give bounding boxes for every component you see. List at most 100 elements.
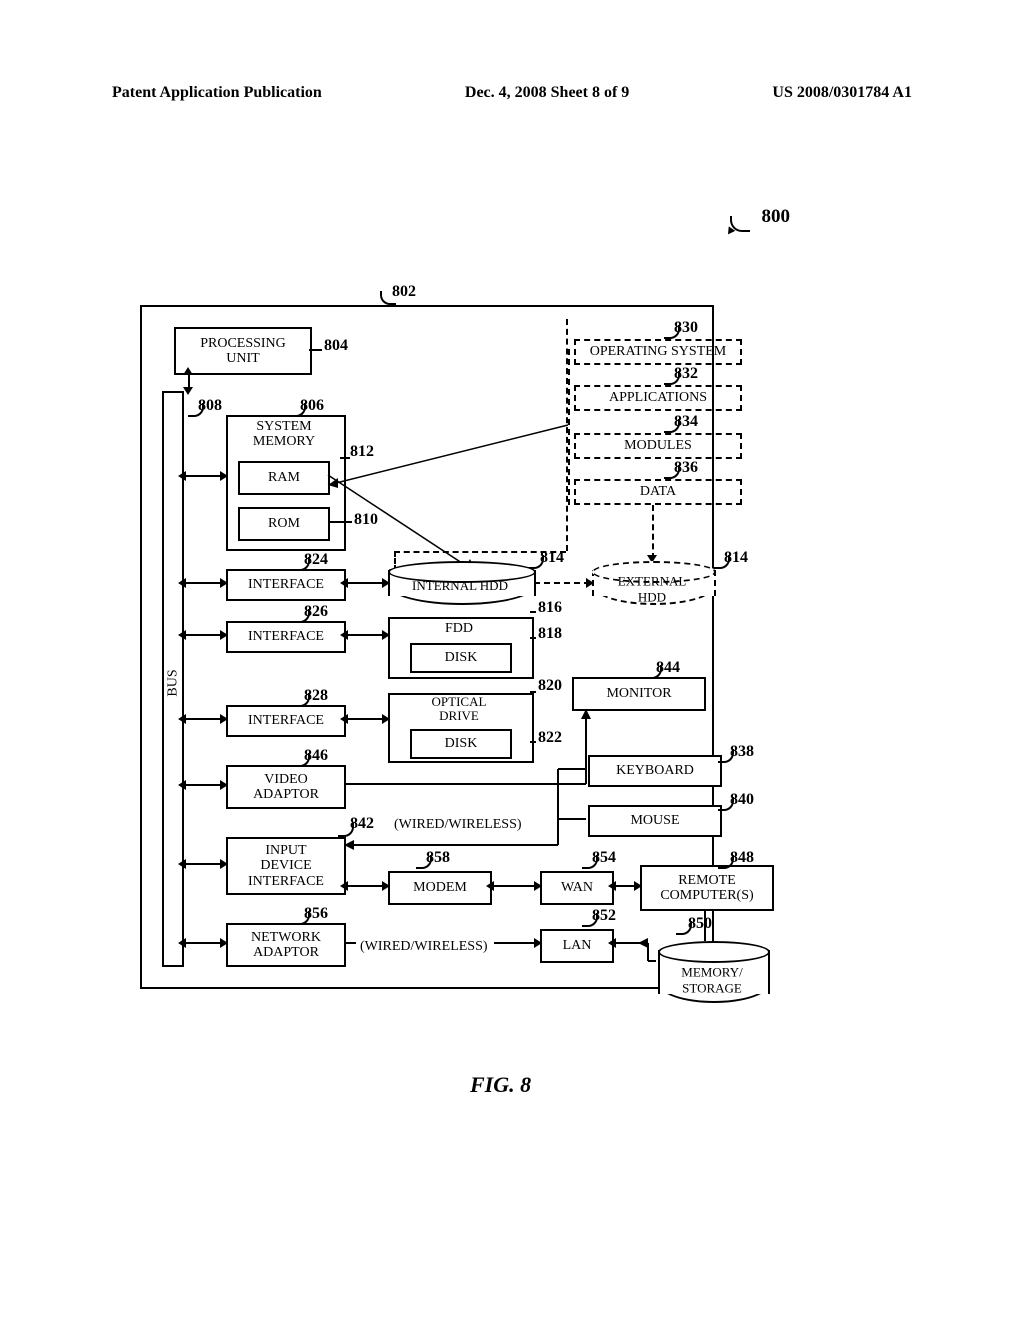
keyboard-box: KEYBOARD [588, 755, 722, 787]
a-if3-opt-l [340, 714, 348, 724]
conn-bus-if1 [182, 582, 224, 584]
conn-na-lan-1 [344, 942, 356, 944]
leader-822 [530, 741, 536, 743]
wired-wireless-2: (WIRED/WIRELESS) [360, 939, 488, 955]
system-memory-label: SYSTEM MEMORY [226, 419, 342, 450]
dashed-int-ext [534, 582, 590, 584]
ref-820: 820 [538, 677, 562, 695]
interface-826-box: INTERFACE [226, 621, 346, 653]
wired-wireless-1: (WIRED/WIRELESS) [394, 817, 522, 833]
header-left: Patent Application Publication [112, 84, 322, 102]
conn-if3-opt [344, 718, 386, 720]
a-bus-if3-r [220, 714, 228, 724]
modem-box: MODEM [388, 871, 492, 905]
conn-bus-na [182, 942, 224, 944]
a-idi-modem-l [340, 881, 348, 891]
external-hdd-label: EXTERNAL HDD [592, 573, 712, 605]
wan-box: WAN [540, 871, 614, 905]
conn-if2-fdd [344, 634, 386, 636]
ref-812: 812 [350, 443, 374, 461]
diagram-area: 802 PROCESSING UNIT 804 BUS 808 SYSTEM M… [140, 305, 890, 1045]
internal-hdd-label: INTERNAL HDD [388, 578, 532, 594]
ref-804: 804 [324, 337, 348, 355]
conn-remote-mem [704, 909, 706, 941]
remote-box: REMOTE COMPUTER(S) [640, 865, 774, 911]
a-bus-if2-r [220, 630, 228, 640]
lan-box: LAN [540, 929, 614, 963]
ref-822: 822 [538, 729, 562, 747]
memory-storage-label: MEMORY/ STORAGE [658, 965, 766, 997]
a-bus-if1-r [220, 578, 228, 588]
a-bus-if1-l [178, 578, 186, 588]
arrow-pu-down [183, 387, 193, 395]
arrow-pu-up [183, 367, 193, 375]
ref-810: 810 [354, 511, 378, 529]
monitor-box: MONITOR [572, 677, 706, 711]
figure-ref-800: 800 [762, 206, 791, 228]
a-if3-opt-r [382, 714, 390, 724]
page-header: Patent Application Publication Dec. 4, 2… [0, 84, 1024, 102]
input-device-if-box: INPUT DEVICE INTERFACE [226, 837, 346, 895]
a-bus-sysmem-l [178, 471, 186, 481]
ref-802-leader [380, 291, 396, 305]
conn-na-lan-2 [494, 942, 538, 944]
fdd-disk-box: DISK [410, 643, 512, 673]
conn-idi-modem [344, 885, 386, 887]
a-lan-remote-l [608, 938, 616, 948]
a-if2-fdd-r [382, 630, 390, 640]
header-center: Dec. 4, 2008 Sheet 8 of 9 [465, 84, 629, 102]
header-right: US 2008/0301784 A1 [772, 84, 912, 102]
conn-bus-idi [182, 863, 224, 865]
leader-804 [309, 349, 322, 351]
os-box: OPERATING SYSTEM [574, 339, 742, 365]
figure-caption: FIG. 8 [470, 1072, 531, 1098]
a-idi-modem-r [382, 881, 390, 891]
ram-box: RAM [238, 461, 330, 495]
a-bus-idi-l [178, 859, 186, 869]
conn-if1-hdd [344, 582, 386, 584]
leader-810 [328, 521, 352, 523]
leader-820 [530, 691, 536, 693]
dashed-os-exthdd [652, 505, 654, 559]
mouse-box: MOUSE [588, 805, 722, 837]
a-if2-fdd-l [340, 630, 348, 640]
optical-drive-label: OPTICAL DRIVE [388, 695, 530, 722]
a-bus-idi-r [220, 859, 228, 869]
ref-818: 818 [538, 625, 562, 643]
memory-storage-cyl: MEMORY/ STORAGE [658, 941, 766, 1003]
fdd-label: FDD [388, 621, 530, 637]
interface-824-box: INTERFACE [226, 569, 346, 601]
internal-hdd-cyl: INTERNAL HDD [388, 561, 532, 605]
a-if1-hdd-l [340, 578, 348, 588]
a-modem-wan-l [486, 881, 494, 891]
leader-818 [530, 637, 536, 639]
conn-bus-va [182, 784, 224, 786]
optical-disk-box: DISK [410, 729, 512, 759]
interface-828-box: INTERFACE [226, 705, 346, 737]
network-adaptor-box: NETWORK ADAPTOR [226, 923, 346, 967]
a-bus-va-r [220, 780, 228, 790]
ref-816: 816 [538, 599, 562, 617]
apps-box: APPLICATIONS [574, 385, 742, 411]
os-stack-dash [568, 349, 570, 505]
a-wan-remote-r [634, 881, 642, 891]
external-hdd-cyl: EXTERNAL HDD [592, 561, 712, 605]
rom-box: ROM [238, 507, 330, 541]
data-box: DATA [574, 479, 742, 505]
processing-unit-box: PROCESSING UNIT [174, 327, 312, 375]
a-bus-if2-l [178, 630, 186, 640]
conn-modem-wan [490, 885, 538, 887]
a-na-lan-r [534, 938, 542, 948]
mods-box: MODULES [574, 433, 742, 459]
a-bus-na-l [178, 938, 186, 948]
a-bus-na-r [220, 938, 228, 948]
a-bus-sysmem-r [220, 471, 228, 481]
leader-816 [530, 611, 536, 613]
a-bus-va-l [178, 780, 186, 790]
a-wan-remote-l [608, 881, 616, 891]
conn-bus-sysmem [182, 475, 224, 477]
leader-812 [340, 457, 350, 459]
conn-bus-if2 [182, 634, 224, 636]
a-modem-wan-r [534, 881, 542, 891]
video-adaptor-box: VIDEO ADAPTOR [226, 765, 346, 809]
